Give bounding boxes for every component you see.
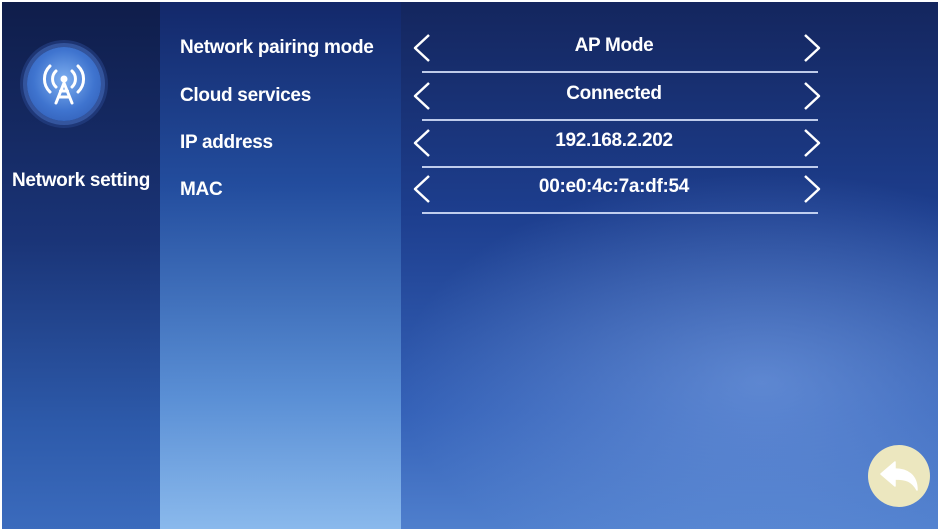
chevron-left-icon[interactable] — [410, 31, 434, 65]
mac-value: 00:e0:4c:7a:df:54 — [538, 176, 690, 197]
menu-item-network-pairing-mode[interactable]: Network pairing mode — [180, 37, 374, 59]
cloud-services-row: Connected — [404, 75, 824, 121]
row-divider — [422, 119, 818, 121]
settings-menu: Network pairing mode Cloud services IP a… — [160, 2, 401, 529]
chevron-left-icon[interactable] — [410, 79, 434, 113]
sidebar: Network setting — [2, 2, 160, 529]
row-divider — [422, 212, 818, 214]
cloud-services-value: Connected — [566, 83, 662, 104]
back-button[interactable] — [868, 445, 930, 507]
network-pairing-mode-value: AP Mode — [574, 35, 654, 56]
wifi-antenna-icon — [43, 64, 85, 105]
menu-item-cloud-services[interactable]: Cloud services — [180, 85, 311, 107]
chevron-left-icon[interactable] — [410, 172, 434, 206]
mac-row: 00:e0:4c:7a:df:54 — [404, 168, 824, 214]
ip-address-row: 192.168.2.202 — [404, 122, 824, 168]
chevron-left-icon[interactable] — [410, 126, 434, 160]
ip-address-value: 192.168.2.202 — [555, 130, 673, 151]
chevron-right-icon[interactable] — [800, 126, 824, 160]
sidebar-title: Network setting — [11, 170, 151, 191]
network-settings-screen: Network setting Network pairing mode Clo… — [2, 2, 938, 529]
chevron-right-icon[interactable] — [800, 31, 824, 65]
menu-item-ip-address[interactable]: IP address — [180, 132, 273, 154]
chevron-right-icon[interactable] — [800, 79, 824, 113]
network-pairing-mode-row: AP Mode — [404, 27, 824, 73]
back-arrow-icon — [880, 461, 918, 491]
menu-item-mac[interactable]: MAC — [180, 179, 223, 201]
network-setting-icon-badge[interactable] — [27, 47, 101, 121]
chevron-right-icon[interactable] — [800, 172, 824, 206]
row-divider — [422, 71, 818, 73]
